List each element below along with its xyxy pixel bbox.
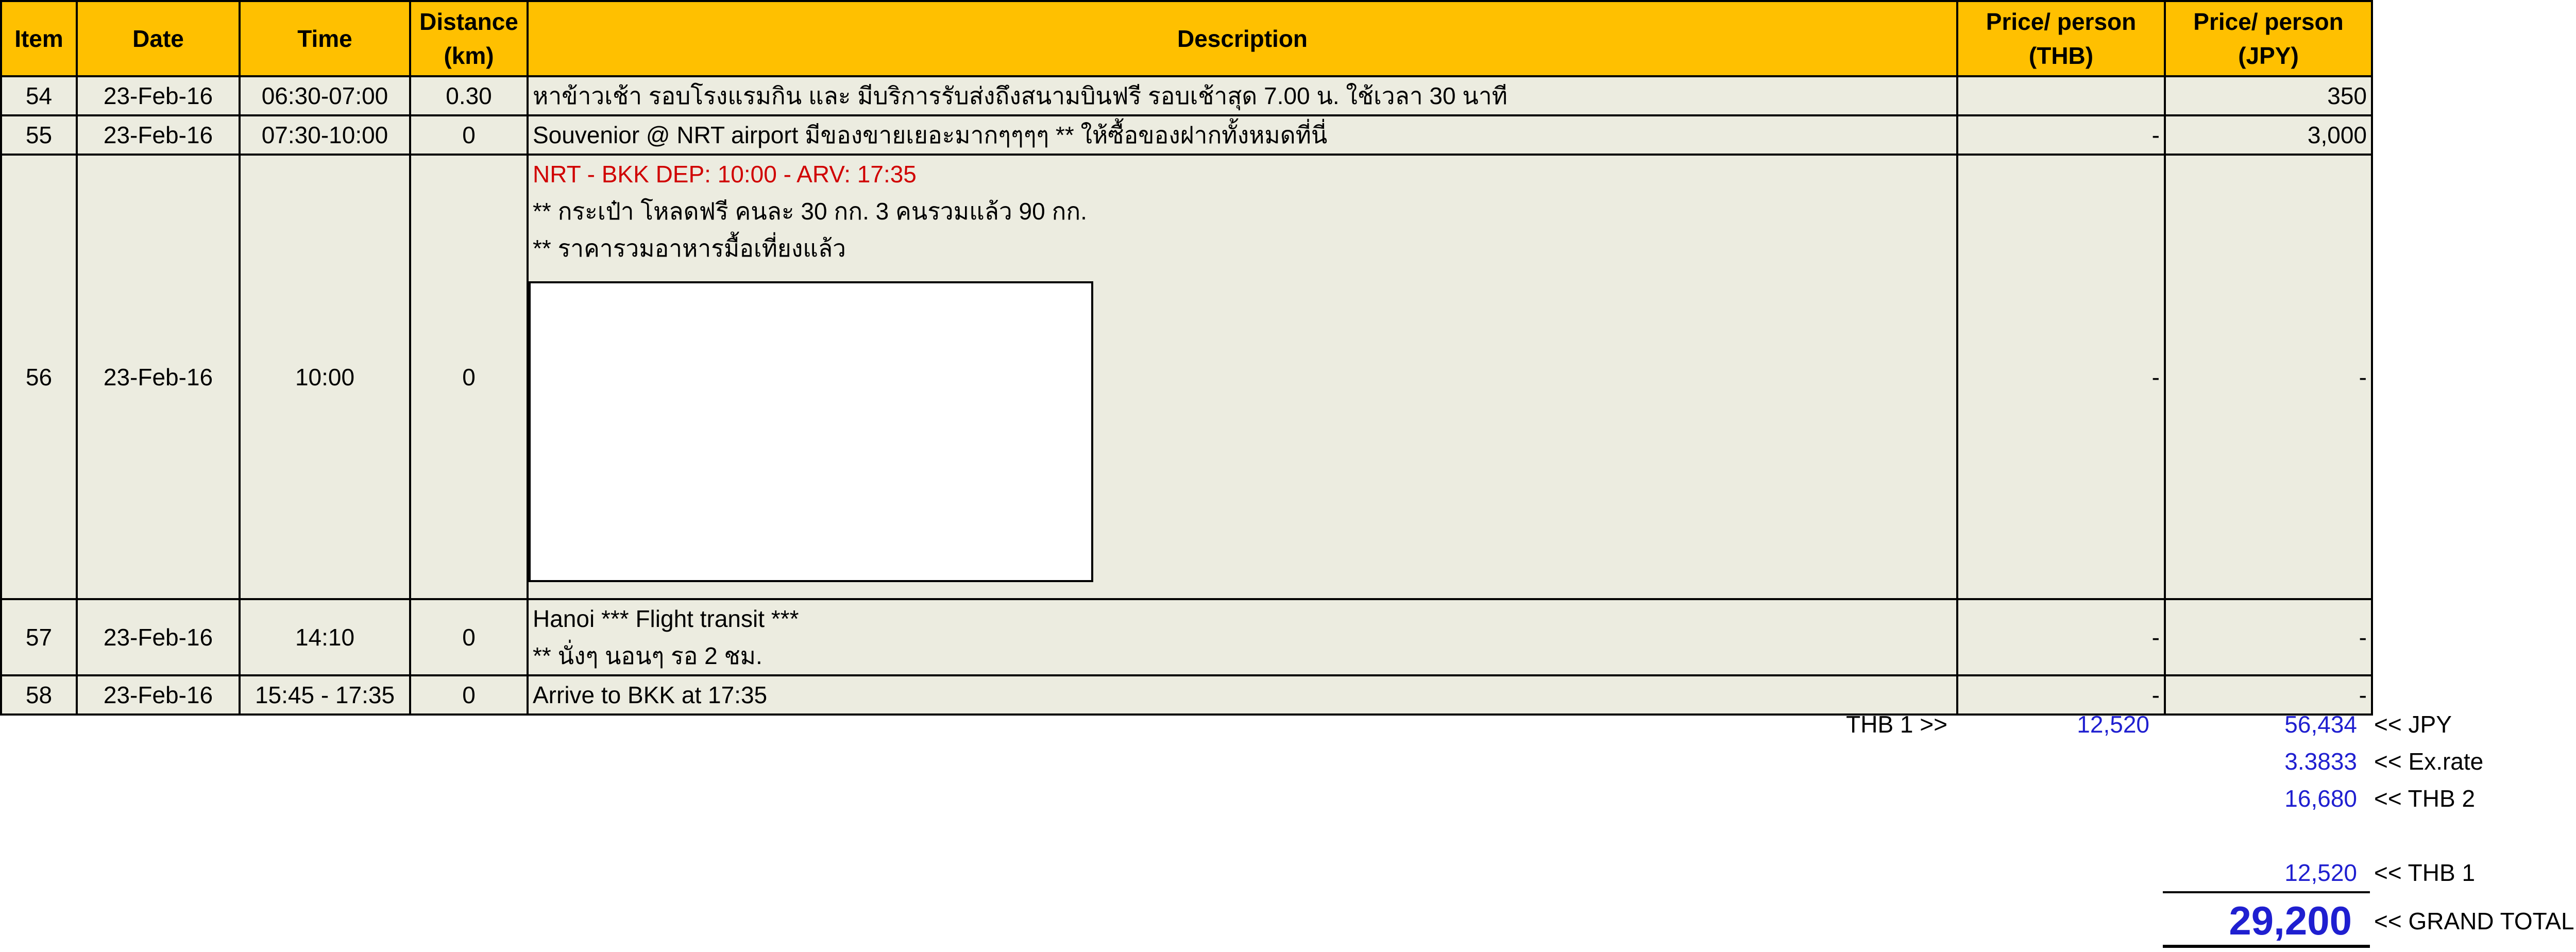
- cell-date: 23-Feb-16: [76, 154, 241, 600]
- header-price-jpy-line1: Price/ person: [2193, 8, 2344, 35]
- cell-date: 23-Feb-16: [76, 75, 241, 116]
- cell-description: Souvenior @ NRT airport มีของขายเยอะมากๆ…: [527, 114, 1958, 156]
- itinerary-table: Item Date Time Distance (km) Description …: [0, 0, 2373, 716]
- header-item: Item: [0, 0, 78, 77]
- jpy-total-value: 56,434: [2284, 711, 2357, 738]
- thb1-repeat-label: << THB 1: [2374, 859, 2476, 886]
- cell-time: 14:10: [239, 598, 411, 676]
- cell-item: 58: [0, 674, 78, 716]
- description-line: Hanoi *** Flight transit ***: [533, 605, 799, 632]
- table-row: 55 23-Feb-16 07:30-10:00 0 Souvenior @ N…: [0, 114, 2373, 156]
- cell-price-jpy: 3,000: [2164, 114, 2373, 156]
- thb2-label: << THB 2: [2374, 785, 2476, 812]
- cell-time: 15:45 - 17:35: [239, 674, 411, 716]
- header-distance-line1: Distance: [419, 8, 518, 35]
- cell-description: Arrive to BKK at 17:35: [527, 674, 1958, 716]
- exrate-value: 3.3833: [2284, 748, 2357, 775]
- cell-description: NRT - BKK DEP: 10:00 - ARV: 17:35 ** กระ…: [527, 154, 1958, 600]
- description-line: ** นั่งๆ นอนๆ รอ 2 ชม.: [533, 642, 762, 669]
- header-distance-line2: (km): [444, 42, 494, 69]
- description-line: Souvenior @ NRT airport มีของขายเยอะมากๆ…: [533, 122, 1328, 148]
- cell-distance: 0: [409, 114, 529, 156]
- table-row: 54 23-Feb-16 06:30-07:00 0.30 หาข้าวเช้า…: [0, 75, 2373, 116]
- cell-distance: 0: [409, 598, 529, 676]
- flight-line: NRT - BKK DEP: 10:00 - ARV: 17:35: [533, 161, 917, 188]
- grand-total-label: << GRAND TOTAL: [2374, 908, 2574, 934]
- cell-price-jpy: -: [2164, 154, 2373, 600]
- thb1-label: THB 1 >>: [1846, 711, 1947, 738]
- cell-distance: 0: [409, 154, 529, 600]
- cell-price-thb: -: [1956, 114, 2166, 156]
- thb1-value: 12,520: [2077, 711, 2149, 738]
- cell-distance: 0.30: [409, 75, 529, 116]
- cell-description: Hanoi *** Flight transit *** ** นั่งๆ นอ…: [527, 598, 1958, 676]
- cell-price-thb: [1956, 75, 2166, 116]
- grand-total-value: 29,200: [2229, 898, 2352, 943]
- cell-price-thb: -: [1956, 154, 2166, 600]
- cell-time: 10:00: [239, 154, 411, 600]
- cell-item: 54: [0, 75, 78, 116]
- cell-date: 23-Feb-16: [76, 114, 241, 156]
- cell-price-jpy: 350: [2164, 75, 2373, 116]
- header-row: Item Date Time Distance (km) Description …: [0, 0, 2373, 77]
- description-line: Arrive to BKK at 17:35: [533, 682, 768, 708]
- description-line: หาข้าวเช้า รอบโรงแรมกิน และ มีบริการรับส…: [533, 82, 1507, 109]
- jpy-label: << JPY: [2374, 711, 2452, 738]
- total-rule-top: [2163, 891, 2370, 893]
- cell-price-thb: -: [1956, 598, 2166, 676]
- header-price-thb: Price/ person (THB): [1956, 0, 2166, 77]
- thb1-repeat-value: 12,520: [2284, 859, 2357, 886]
- cell-date: 23-Feb-16: [76, 598, 241, 676]
- embedded-image-placeholder: [530, 281, 1093, 582]
- description-line: ** ราคารวมอาหารมื้อเที่ยงแล้ว: [533, 235, 846, 262]
- header-price-thb-line1: Price/ person: [1986, 8, 2137, 35]
- thb2-value: 16,680: [2284, 785, 2357, 812]
- header-price-jpy: Price/ person (JPY): [2164, 0, 2373, 77]
- cell-item: 55: [0, 114, 78, 156]
- cell-time: 07:30-10:00: [239, 114, 411, 156]
- cell-distance: 0: [409, 674, 529, 716]
- header-time: Time: [239, 0, 411, 77]
- total-rule-bottom: [2163, 945, 2370, 948]
- header-date: Date: [76, 0, 241, 77]
- table-row: 56 23-Feb-16 10:00 0 NRT - BKK DEP: 10:0…: [0, 154, 2373, 600]
- cell-time: 06:30-07:00: [239, 75, 411, 116]
- table-row: 57 23-Feb-16 14:10 0 Hanoi *** Flight tr…: [0, 598, 2373, 676]
- cell-date: 23-Feb-16: [76, 674, 241, 716]
- header-price-jpy-line2: (JPY): [2238, 42, 2299, 69]
- header-price-thb-line2: (THB): [2028, 42, 2094, 69]
- cell-item: 57: [0, 598, 78, 676]
- cell-item: 56: [0, 154, 78, 600]
- description-line: ** กระเป๋า โหลดฟรี คนละ 30 กก. 3 คนรวมแล…: [533, 198, 1087, 225]
- cell-description: หาข้าวเช้า รอบโรงแรมกิน และ มีบริการรับส…: [527, 75, 1958, 116]
- header-distance: Distance (km): [409, 0, 529, 77]
- header-description: Description: [527, 0, 1958, 77]
- exrate-label: << Ex.rate: [2374, 748, 2484, 775]
- cell-price-jpy: -: [2164, 598, 2373, 676]
